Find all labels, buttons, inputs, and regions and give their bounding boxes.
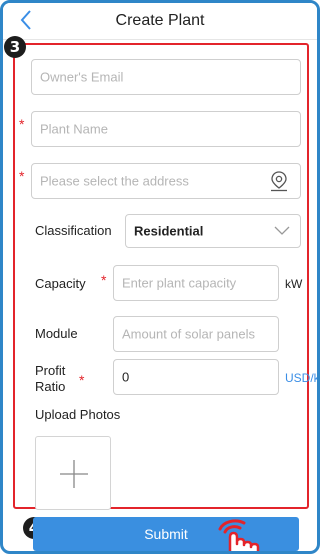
plant-name-placeholder: Plant Name [40, 121, 108, 137]
upload-photos-label: Upload Photos [35, 407, 121, 422]
capacity-input[interactable]: Enter plant capacity [113, 265, 279, 301]
location-pin-icon[interactable] [268, 170, 290, 192]
step-badge-3: 3 [4, 36, 26, 58]
classification-value: Residential [134, 223, 204, 239]
capacity-placeholder: Enter plant capacity [122, 275, 237, 291]
page-title: Create Plant [115, 12, 205, 29]
profit-label-line1: Profit [35, 363, 66, 378]
owner-email-input[interactable]: Owner's Email [31, 59, 301, 95]
profit-ratio-input[interactable]: 0 [113, 359, 279, 395]
required-mark-plant-name: * [19, 116, 25, 132]
header-bar: Create Plant [3, 3, 317, 40]
chevron-down-icon [274, 226, 290, 235]
module-label: Module [35, 326, 78, 341]
module-placeholder: Amount of solar panels [122, 326, 255, 342]
profit-label-line2: Ratio [35, 379, 66, 394]
capacity-label: Capacity [35, 276, 86, 291]
profit-ratio-label: Profit Ratio [35, 363, 65, 395]
app-frame: Create Plant 3 Owner's Email * Plant Nam… [0, 0, 320, 554]
module-input[interactable]: Amount of solar panels [113, 316, 279, 352]
capacity-unit: kW [285, 277, 303, 291]
classification-label: Classification [35, 223, 112, 238]
profit-ratio-unit: USD/kWh [285, 371, 320, 385]
profit-ratio-value: 0 [122, 369, 130, 385]
classification-select[interactable]: Residential [125, 214, 301, 248]
upload-photo-button[interactable] [35, 436, 111, 510]
plus-icon [60, 460, 88, 488]
address-select-input[interactable]: Please select the address [31, 163, 301, 199]
pointer-hand-icon [218, 519, 260, 551]
plant-name-input[interactable]: Plant Name [31, 111, 301, 147]
required-mark-address: * [19, 168, 25, 184]
owner-email-placeholder: Owner's Email [40, 69, 124, 85]
address-placeholder: Please select the address [40, 173, 189, 189]
required-mark-profit: * [79, 372, 85, 388]
required-mark-capacity: * [101, 272, 107, 288]
